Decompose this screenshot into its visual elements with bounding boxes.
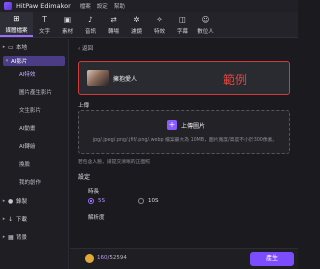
sidebar-item-text-to-video[interactable]: 文生影片 bbox=[0, 105, 68, 115]
upload-label: 上傳 bbox=[78, 103, 90, 109]
subtitle-icon: ◫ bbox=[178, 14, 187, 24]
sidebar-item-download[interactable]: ▸ ↓ 下載 bbox=[0, 214, 68, 224]
plus-icon: + bbox=[167, 120, 177, 130]
sidebar-item-ai-effects[interactable]: AI特效 bbox=[0, 69, 68, 79]
duration-10s-radio[interactable]: 10S bbox=[138, 198, 159, 204]
folder-icon: ▭ bbox=[8, 43, 14, 51]
radio-unchecked-icon bbox=[138, 198, 144, 204]
back-button[interactable]: ‹ 返回 bbox=[78, 44, 93, 52]
example-card[interactable]: 擁抱愛人 範例 bbox=[78, 61, 290, 95]
chevron-right-icon: ▸ bbox=[2, 216, 6, 222]
upload-hint: jpg/.jpeg/.png/.jfif/.png/.webp 檔案最大為 10… bbox=[92, 138, 278, 143]
app-title: HitPaw Edimakor bbox=[16, 2, 71, 10]
sidebar-item-face-swap[interactable]: 換臉 bbox=[0, 159, 68, 169]
settings-heading: 設定 bbox=[78, 174, 91, 181]
download-icon: ↓ bbox=[8, 215, 14, 223]
sidebar-item-ai-repaint[interactable]: AI轉繪 bbox=[0, 141, 68, 151]
background-icon: ▦ bbox=[8, 233, 14, 241]
example-title: 擁抱愛人 bbox=[113, 76, 138, 83]
sidebar-item-background[interactable]: ▸ ▦ 背景 bbox=[0, 232, 68, 242]
filter-icon: ✲ bbox=[133, 14, 140, 24]
assets-icon: ▣ bbox=[63, 14, 72, 24]
resolution-label: 解析度 bbox=[88, 215, 105, 221]
sidebar: ▸ ▭ 本地 ▾ AI影片 AI特效 圖片產生影片 文生影片 AI動畫 AI轉繪… bbox=[0, 39, 69, 269]
tab-assets[interactable]: ▣ 素材 bbox=[56, 12, 79, 37]
ai-effects-panel: ‹ 返回 擁抱愛人 範例 上傳 + 上傳圖片 jpg/.jpeg/.png/.j… bbox=[70, 39, 298, 248]
sidebar-item-local[interactable]: ▸ ▭ 本地 bbox=[0, 42, 68, 52]
text-icon: T bbox=[42, 14, 47, 24]
example-thumbnail bbox=[87, 70, 109, 86]
coin-icon bbox=[85, 254, 94, 263]
face-note: 若包含人臉，請提交清晰的正面照 bbox=[78, 160, 150, 165]
menu-settings[interactable]: 設定 bbox=[97, 2, 108, 10]
app-logo-icon bbox=[4, 2, 12, 10]
tab-audio[interactable]: ♪ 音訊 bbox=[79, 12, 102, 37]
tab-subtitles[interactable]: ◫ 字幕 bbox=[171, 12, 194, 37]
tab-digital-human[interactable]: ☺ 數位人 bbox=[194, 12, 217, 37]
tab-text[interactable]: T 文字 bbox=[33, 12, 56, 37]
upload-dropzone[interactable]: + 上傳圖片 jpg/.jpeg/.png/.jfif/.png/.webp 檔… bbox=[78, 110, 290, 154]
menu-bar: 檔案 設定 幫助 bbox=[80, 2, 131, 10]
example-tag: 範例 bbox=[223, 73, 248, 87]
chevron-right-icon: ▸ bbox=[2, 234, 6, 240]
chevron-right-icon: ▸ bbox=[2, 198, 6, 204]
tab-effects[interactable]: ✧ 特效 bbox=[148, 12, 171, 37]
chevron-down-icon: ▾ bbox=[5, 58, 9, 64]
upload-image-button[interactable]: 上傳圖片 bbox=[181, 121, 205, 130]
tab-media[interactable]: ⊞ 媒體檔案 bbox=[0, 12, 33, 37]
title-bar: HitPaw Edimakor 檔案 設定 幫助 bbox=[0, 0, 298, 12]
sidebar-item-image-to-video[interactable]: 圖片產生影片 bbox=[0, 87, 68, 97]
radio-checked-icon bbox=[88, 198, 94, 204]
chevron-right-icon: ▸ bbox=[2, 44, 6, 50]
bottom-bar: 160/52594 產生 bbox=[70, 248, 298, 269]
credits-counter: 160/52594 bbox=[97, 255, 127, 261]
transition-icon: ⇄ bbox=[110, 14, 117, 24]
menu-help[interactable]: 幫助 bbox=[114, 2, 125, 10]
audio-icon: ♪ bbox=[88, 14, 93, 24]
effects-icon: ✧ bbox=[156, 14, 163, 24]
sidebar-item-ai-video[interactable]: ▾ AI影片 bbox=[3, 56, 65, 66]
duration-label: 時長 bbox=[88, 189, 100, 195]
sidebar-item-record[interactable]: ▸ ● 錄製 bbox=[0, 196, 68, 206]
sidebar-item-ai-animation[interactable]: AI動畫 bbox=[0, 123, 68, 133]
media-icon: ⊞ bbox=[13, 13, 20, 23]
record-icon: ● bbox=[8, 197, 14, 205]
avatar-icon: ☺ bbox=[201, 14, 210, 24]
tab-transitions[interactable]: ⇄ 轉場 bbox=[102, 12, 125, 37]
menu-file[interactable]: 檔案 bbox=[80, 2, 91, 10]
sidebar-item-my-creations[interactable]: 我的創作 bbox=[0, 177, 68, 187]
duration-5s-radio[interactable]: 5S bbox=[88, 198, 105, 204]
main-toolbar: ⊞ 媒體檔案 T 文字 ▣ 素材 ♪ 音訊 ⇄ 轉場 ✲ 濾鏡 ✧ 特效 ◫ 字… bbox=[0, 12, 298, 38]
generate-button[interactable]: 產生 bbox=[250, 252, 294, 266]
tab-filters[interactable]: ✲ 濾鏡 bbox=[125, 12, 148, 37]
